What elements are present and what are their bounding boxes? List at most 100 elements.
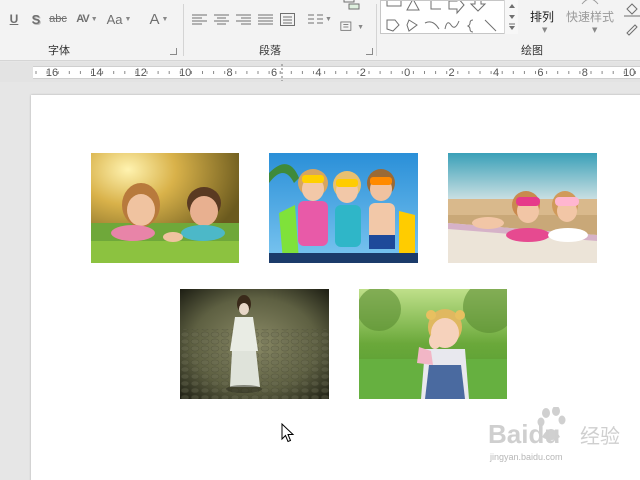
align-left-button[interactable]	[190, 8, 208, 30]
text-shadow-icon: S	[31, 11, 41, 27]
align-right-button[interactable]	[234, 8, 252, 30]
justify-button[interactable]	[256, 8, 274, 30]
font-color-button[interactable]: A ▼	[146, 8, 172, 30]
align-center-button[interactable]	[212, 8, 230, 30]
curve-shape-icon[interactable]	[444, 20, 460, 30]
powerpoint-window: U S abc AV ▼ Aa ▼ A ▼ 字体 ▼ ▼ 段落 绘图 排列 ▼ …	[0, 0, 640, 480]
ruler-label: 2	[449, 67, 455, 79]
chevron-down-icon: ▼	[90, 15, 98, 23]
font-group: U S abc AV ▼ Aa ▼ A ▼ 字体	[0, 0, 182, 61]
ruler-label: 8	[582, 67, 588, 79]
mouse-pointer-icon	[281, 423, 295, 443]
chevron-down-icon: ▼	[124, 15, 132, 23]
ruler-label: 4	[315, 67, 321, 79]
columns-button[interactable]: ▼	[306, 8, 334, 30]
brace-shape-icon[interactable]	[466, 19, 474, 33]
columns-icon	[308, 14, 324, 23]
ruler-label: 16	[46, 67, 58, 79]
shapes-gallery-scroll[interactable]	[504, 0, 518, 34]
photo-girl-on-cobblestones[interactable]	[180, 289, 329, 399]
freeform-shape-icon[interactable]	[386, 19, 400, 32]
arrange-label: 排列	[530, 10, 555, 24]
paint-bucket-icon	[624, 3, 640, 17]
distributed-button[interactable]	[278, 8, 296, 30]
triangle-shape-icon[interactable]	[406, 0, 420, 11]
kids-on-beach-image	[448, 153, 597, 263]
kids-on-grass-image	[91, 153, 239, 263]
chevron-down-icon: ▼	[161, 15, 169, 23]
pen-outline-icon	[626, 24, 638, 36]
convert-to-smartart-button[interactable]	[340, 0, 364, 12]
ruler-label: 4	[493, 67, 499, 79]
character-spacing-button[interactable]: AV ▼	[72, 8, 102, 30]
shape-outline-button[interactable]	[624, 21, 640, 37]
ruler-label: 8	[227, 67, 233, 79]
chevron-up-icon[interactable]	[508, 2, 516, 10]
watermark-url: jingyan.baidu.com	[490, 452, 563, 462]
quick-styles-label: 快速样式	[566, 10, 615, 24]
horizontal-ruler[interactable]: 16 14 12 10 8 6 4 2 0 2 4 6 8 10	[0, 62, 640, 82]
paragraph-dialog-launcher-icon[interactable]	[366, 48, 373, 55]
character-spacing-label: AV	[76, 13, 90, 25]
ruler-label: 0	[404, 67, 410, 79]
ribbon: U S abc AV ▼ Aa ▼ A ▼ 字体 ▼ ▼ 段落 绘图 排列 ▼ …	[0, 0, 640, 61]
drawing-group-label: 绘图	[521, 44, 543, 57]
kids-with-snorkels-image	[269, 153, 418, 263]
underline-icon: U	[9, 12, 19, 26]
align-center-icon	[213, 14, 229, 24]
text-shadow-button[interactable]: S	[28, 8, 44, 30]
change-case-button[interactable]: Aa ▼	[104, 8, 134, 30]
paragraph-group-label: 段落	[259, 44, 281, 57]
align-right-icon	[235, 14, 251, 24]
distributed-icon	[279, 12, 295, 26]
text-direction-icon	[340, 21, 352, 31]
gallery-more-icon[interactable]	[508, 23, 516, 31]
font-dialog-launcher-icon[interactable]	[170, 48, 177, 55]
line-shape-icon[interactable]	[484, 19, 497, 32]
text-direction-button[interactable]: ▼	[340, 18, 364, 36]
underline-button[interactable]: U	[6, 8, 22, 30]
photo-kids-with-snorkels[interactable]	[269, 153, 418, 263]
ruler-label: 12	[135, 67, 147, 79]
freeform-polygon-icon[interactable]	[406, 19, 418, 32]
ruler-label: 6	[537, 67, 543, 79]
shape-fill-button[interactable]	[624, 2, 640, 18]
ruler-label: 2	[360, 67, 366, 79]
quick-styles-button[interactable]: 快速样式 ▼	[562, 0, 622, 40]
ruler-label: 14	[90, 67, 102, 79]
down-arrow-shape-icon[interactable]	[469, 0, 487, 12]
photo-kids-on-beach[interactable]	[448, 153, 597, 263]
strikethrough-button[interactable]: abc	[48, 8, 68, 30]
arc-shape-icon[interactable]	[424, 21, 440, 30]
right-arrow-shape-icon[interactable]	[448, 0, 465, 15]
chevron-down-icon[interactable]	[508, 13, 516, 21]
font-group-label: 字体	[48, 44, 70, 57]
rectangle-shape-icon[interactable]	[386, 0, 402, 7]
change-case-label: Aa	[106, 11, 123, 27]
chevron-down-icon: ▼	[357, 23, 364, 31]
baidu-watermark: Baidu 经验	[488, 407, 620, 449]
photo-kids-on-grass[interactable]	[91, 153, 239, 263]
align-left-icon	[191, 14, 207, 24]
girl-in-park-image	[359, 289, 507, 399]
watermark-brand: Baidu	[488, 419, 560, 449]
smartart-icon	[343, 0, 360, 10]
justify-icon	[257, 14, 273, 24]
ruler-marks: 16 14 12 10 8 6 4 2 0 2 4 6 8 10	[35, 64, 636, 81]
shapes-gallery[interactable]	[380, 0, 518, 34]
paragraph-group: ▼ ▼ 段落	[184, 0, 375, 61]
elbow-connector-icon[interactable]	[430, 0, 441, 10]
chevron-down-icon: ▼	[325, 15, 332, 23]
chevron-down-icon: ▼	[542, 26, 548, 34]
ruler-label: 6	[271, 67, 277, 79]
shapes-gallery-icons	[386, 0, 497, 33]
chevron-down-icon: ▼	[592, 26, 598, 34]
arrange-button[interactable]: 排列 ▼	[524, 0, 562, 40]
font-color-label: A	[149, 10, 160, 28]
girl-on-cobblestones-image	[180, 289, 329, 399]
quick-styles-icon	[581, 0, 599, 5]
watermark-suffix: 经验	[580, 424, 620, 448]
photo-girl-in-park[interactable]	[359, 289, 507, 399]
ruler-label: 10	[623, 67, 635, 79]
strikethrough-label: abc	[49, 13, 67, 25]
